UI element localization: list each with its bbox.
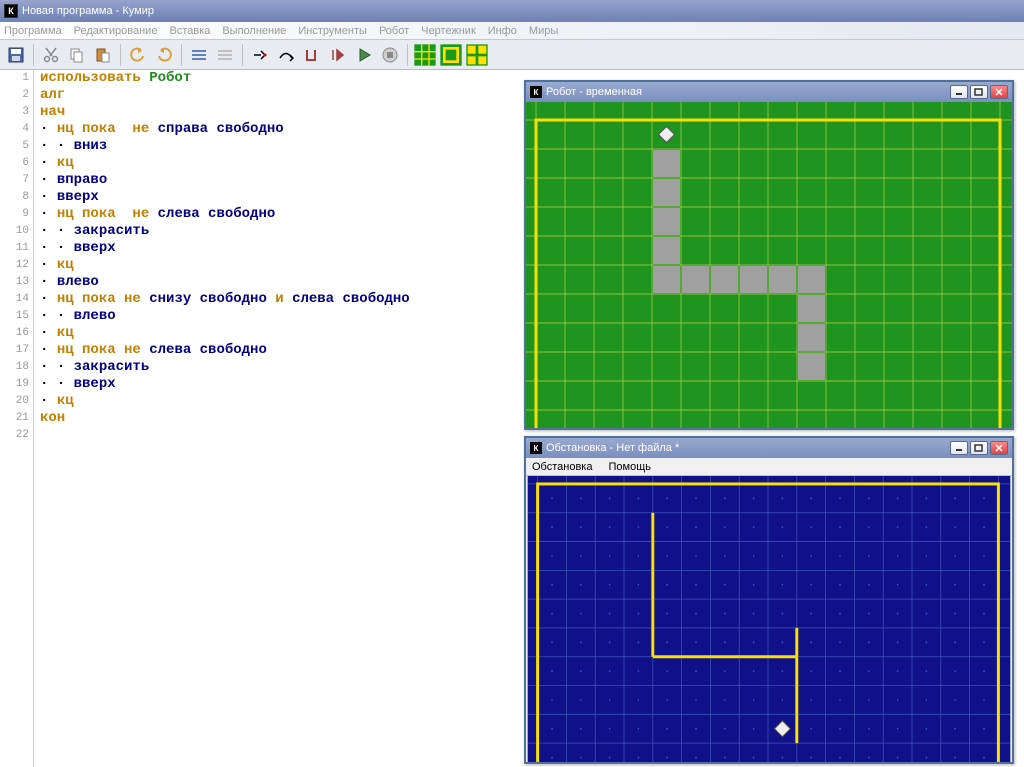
close-button[interactable] [990,85,1008,99]
line-button[interactable] [187,43,211,67]
environment-grid[interactable] [526,476,1012,762]
menu-item[interactable]: Программа [4,25,62,37]
app-icon: К [530,86,542,98]
menu-item[interactable]: Чертежник [421,25,476,37]
menu-item[interactable]: Помощь [608,461,651,473]
redo-button[interactable] [152,43,176,67]
minimize-button[interactable] [950,441,968,455]
minimize-button[interactable] [950,85,968,99]
menu-item[interactable]: Миры [529,25,558,37]
robot-title: Робот - временная [546,86,642,98]
run-button[interactable] [352,43,376,67]
copy-button[interactable] [65,43,89,67]
close-button[interactable] [990,441,1008,455]
menu-item[interactable]: Выполнение [222,25,286,37]
world-edit-button[interactable] [465,43,489,67]
code-editor[interactable]: 12345678910111213141516171819202122 испо… [0,70,520,767]
menu-item[interactable]: Вставка [169,25,210,37]
environment-canvas-area[interactable] [526,476,1012,762]
menu-item[interactable]: Инфо [488,25,517,37]
world-bounds-button[interactable] [439,43,463,67]
environment-window[interactable]: К Обстановка - Нет файла * Обстановка По… [524,436,1014,764]
robot-grid[interactable] [526,102,1012,428]
step-over-button[interactable] [274,43,298,67]
comment-button[interactable] [213,43,237,67]
undo-button[interactable] [126,43,150,67]
run-to-button[interactable] [300,43,324,67]
maximize-button[interactable] [970,85,988,99]
app-icon: К [530,442,542,454]
line-gutter: 12345678910111213141516171819202122 [0,70,34,767]
cut-button[interactable] [39,43,63,67]
environment-title: Обстановка - Нет файла * [546,442,679,454]
menu-item[interactable]: Робот [379,25,409,37]
main-titlebar: К Новая программа - Кумир [0,0,1024,22]
menu-item[interactable]: Обстановка [532,461,592,473]
menu-item[interactable]: Инструменты [298,25,367,37]
world-grid-button[interactable] [413,43,437,67]
robot-canvas-area[interactable] [526,102,1012,428]
step-in-button[interactable] [248,43,272,67]
robot-window[interactable]: К Робот - временная [524,80,1014,430]
code-area[interactable]: использовать Роботалгнач· нц пока не спр… [40,70,520,767]
paste-button[interactable] [91,43,115,67]
save-button[interactable] [4,43,28,67]
maximize-button[interactable] [970,441,988,455]
stop-button[interactable] [378,43,402,67]
environment-menubar: Обстановка Помощь [526,458,1012,476]
run-step-button[interactable] [326,43,350,67]
robot-titlebar[interactable]: К Робот - временная [526,82,1012,102]
main-toolbar [0,40,1024,70]
workspace: 12345678910111213141516171819202122 испо… [0,70,1024,767]
main-menubar: Программа Редактирование Вставка Выполне… [0,22,1024,40]
app-icon: К [4,4,18,18]
main-title: Новая программа - Кумир [22,5,154,17]
menu-item[interactable]: Редактирование [74,25,158,37]
environment-titlebar[interactable]: К Обстановка - Нет файла * [526,438,1012,458]
